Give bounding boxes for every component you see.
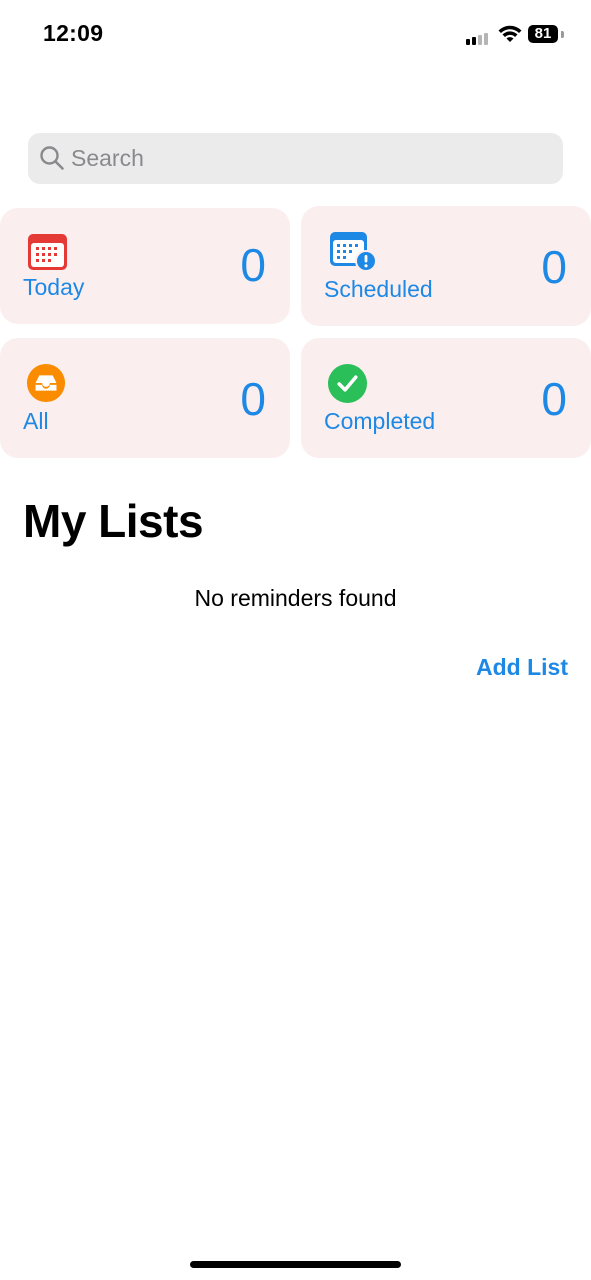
empty-state-message: No reminders found (194, 585, 397, 611)
tile-all-count: 0 (240, 373, 266, 425)
tile-scheduled[interactable]: Scheduled 0 (301, 206, 591, 326)
status-bar: 12:09 81 (0, 0, 591, 70)
home-indicator[interactable] (190, 1261, 401, 1268)
calendar-icon (28, 234, 67, 270)
battery-level: 81 (528, 25, 558, 43)
tile-today[interactable]: Today 0 (0, 208, 290, 324)
my-lists-title: My Lists (23, 495, 204, 547)
tile-all[interactable]: All 0 (0, 338, 290, 458)
reminders-screen: 12:09 81 Search Today 0 Scheduled 0 All … (0, 0, 591, 1280)
tile-all-label: All (23, 408, 49, 434)
tile-today-label: Today (23, 274, 85, 300)
tile-completed[interactable]: Completed 0 (301, 338, 591, 458)
cellular-signal-icon (466, 33, 488, 45)
status-time: 12:09 (43, 20, 104, 46)
search-icon (40, 146, 64, 170)
search-bar[interactable] (28, 133, 563, 184)
battery-icon: 81 (528, 25, 566, 45)
battery-tip (561, 31, 564, 38)
calendar-alert-icon (330, 232, 377, 272)
tile-completed-count: 0 (541, 373, 567, 425)
tile-completed-label: Completed (324, 408, 436, 434)
tile-today-count: 0 (240, 239, 266, 291)
search-input[interactable] (71, 133, 551, 184)
tile-scheduled-label: Scheduled (324, 276, 433, 302)
wifi-icon (498, 25, 522, 42)
tile-scheduled-count: 0 (541, 241, 567, 293)
inbox-tray-icon (26, 363, 66, 403)
checkmark-circle-icon (327, 363, 368, 404)
add-list-button[interactable]: Add List (476, 654, 568, 681)
